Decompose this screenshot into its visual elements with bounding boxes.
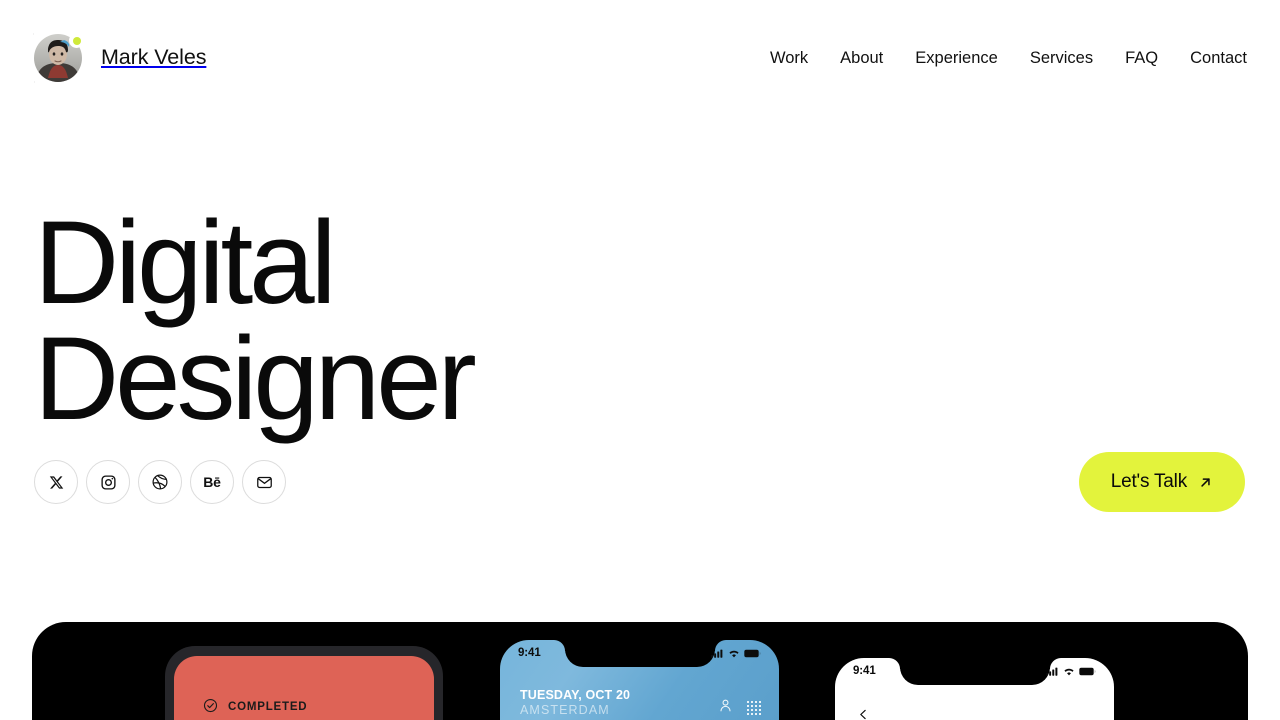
completed-status: COMPLETED	[203, 698, 307, 718]
social-link-dribbble[interactable]	[138, 460, 182, 504]
behance-icon: Bē	[203, 474, 221, 490]
person-icon[interactable]	[718, 698, 733, 718]
dribbble-icon	[151, 473, 169, 491]
battery-icon	[1079, 663, 1096, 681]
phone-2-time: 9:41	[518, 647, 541, 660]
phone-2-screen: 9:41 TUESDAY, OCT 20 AMSTERDAM	[500, 640, 779, 720]
avatar	[34, 33, 84, 82]
main-nav: Work About Experience Services FAQ Conta…	[770, 44, 1247, 73]
nav-item-work[interactable]: Work	[770, 44, 808, 73]
check-circle-icon	[203, 698, 218, 718]
phone-mockup-1[interactable]: COMPLETED	[165, 646, 443, 720]
phone-1-bezel: COMPLETED	[165, 646, 443, 720]
brand-name: Mark Veles	[101, 45, 207, 70]
phone-1-screen: COMPLETED	[174, 656, 434, 720]
social-link-x[interactable]	[34, 460, 78, 504]
phone-2-status-bar: 9:41	[500, 640, 779, 668]
nav-item-faq[interactable]: FAQ	[1125, 44, 1158, 73]
brand-logo[interactable]: Mark Veles	[34, 33, 207, 82]
social-links: Bē	[34, 460, 286, 504]
status-dot	[72, 36, 81, 45]
phone-3-time: 9:41	[853, 665, 876, 678]
completed-label: COMPLETED	[228, 701, 308, 714]
social-link-email[interactable]	[242, 460, 286, 504]
phone-2-city: AMSTERDAM	[520, 703, 610, 718]
phone-2-status-icons	[711, 645, 761, 663]
instagram-icon	[100, 474, 117, 491]
social-link-behance[interactable]: Bē	[190, 460, 234, 504]
status-badge	[69, 33, 84, 48]
social-link-instagram[interactable]	[86, 460, 130, 504]
hero-footer-row: Bē Let's Talk	[0, 452, 1280, 512]
phone-mockup-3[interactable]: 9:41	[835, 658, 1114, 720]
chevron-left-icon[interactable]	[857, 708, 870, 720]
phone-mockup-2[interactable]: 9:41 TUESDAY, OCT 20 AMSTERDAM	[500, 640, 779, 720]
nav-item-about[interactable]: About	[840, 44, 883, 73]
cellular-signal-icon	[711, 645, 724, 663]
nav-item-services[interactable]: Services	[1030, 44, 1093, 73]
site-header: Mark Veles Work About Experience Service…	[0, 0, 1280, 116]
nav-item-experience[interactable]: Experience	[915, 44, 998, 73]
keypad-grid-icon[interactable]	[747, 701, 761, 715]
landing-page: Mark Veles Work About Experience Service…	[0, 0, 1280, 720]
nav-item-contact[interactable]: Contact	[1190, 44, 1247, 73]
page-title-line-2: Designer	[34, 313, 477, 446]
wifi-icon	[1063, 663, 1075, 681]
phone-2-info: TUESDAY, OCT 20 AMSTERDAM	[520, 688, 630, 719]
phone-2-actions	[718, 698, 761, 718]
cellular-signal-icon	[1046, 663, 1059, 681]
work-showcase: COMPLETED 9:41 TUESDAY, OCT 20 AMSTERDAM…	[32, 622, 1248, 720]
phone-mockups: COMPLETED 9:41 TUESDAY, OCT 20 AMSTERDAM…	[32, 622, 1248, 720]
arrow-up-right-icon	[1198, 475, 1213, 490]
phone-2-date: TUESDAY, OCT 20	[520, 688, 631, 702]
phone-3-screen: 9:41	[835, 658, 1114, 720]
page-title-line-1: Digital	[34, 197, 337, 329]
phone-3-status-bar: 9:41	[835, 658, 1114, 686]
page-title: Digital Designer	[0, 197, 477, 446]
wifi-icon	[728, 645, 740, 663]
battery-icon	[744, 645, 761, 663]
x-twitter-icon	[49, 475, 64, 490]
lets-talk-label: Let's Talk	[1110, 471, 1187, 492]
email-icon	[256, 474, 273, 491]
phone-3-status-icons	[1046, 663, 1096, 681]
lets-talk-button[interactable]: Let's Talk	[1078, 452, 1245, 512]
